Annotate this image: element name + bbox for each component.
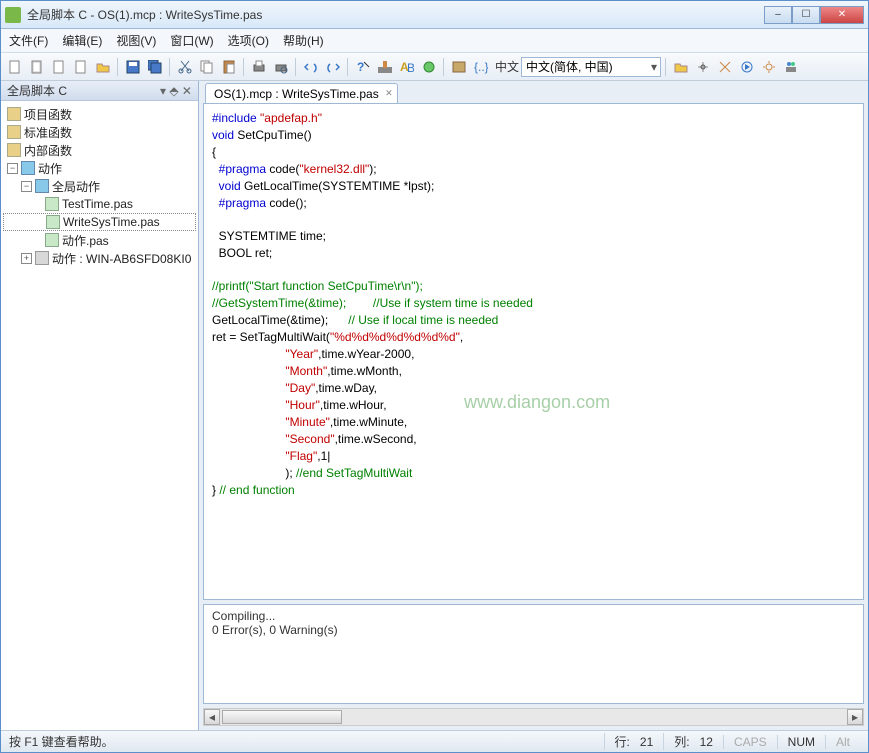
bookmark-icon[interactable] [419,57,439,77]
ruler-icon[interactable] [693,57,713,77]
window-buttons: – ☐ ✕ [764,6,864,24]
gear-icon[interactable] [759,57,779,77]
compile-icon[interactable] [375,57,395,77]
tree-standard-functions[interactable]: 标准函数 [3,123,196,141]
menu-options[interactable]: 选项(O) [228,32,269,49]
app-icon [5,7,21,23]
tree-actions[interactable]: −动作 [3,159,196,177]
tree-file-action[interactable]: 动作.pas [3,231,196,249]
svg-text:?: ? [357,60,364,74]
horizontal-scrollbar[interactable]: ◂ ▸ [203,708,864,726]
tab-close-icon[interactable]: ✕ [385,88,393,99]
menu-help[interactable]: 帮助(H) [283,32,324,49]
titlebar: 全局脚本 C - OS(1).mcp : WriteSysTime.pas – … [1,1,868,29]
doc2-icon[interactable] [71,57,91,77]
status-col: 列: 12 [663,733,723,750]
output-line: 0 Error(s), 0 Warning(s) [212,623,855,637]
scroll-left-icon[interactable]: ◂ [204,709,220,725]
toolbar: ? AB {..} 中文 中文(简体, 中国) [1,53,868,81]
paste-icon[interactable] [219,57,239,77]
maximize-button[interactable]: ☐ [792,6,820,24]
minimize-button[interactable]: – [764,6,792,24]
editor-area: OS(1).mcp : WriteSysTime.pas✕ #include "… [199,81,868,730]
saveall-icon[interactable] [145,57,165,77]
code-editor[interactable]: #include "apdefap.h" void SetCpuTime() {… [204,104,863,599]
tree-host-actions[interactable]: +动作 : WIN-AB6SFD08KI0 [3,249,196,267]
cut-icon[interactable] [175,57,195,77]
status-help: 按 F1 键查看帮助。 [9,733,114,750]
close-button[interactable]: ✕ [820,6,864,24]
check-icon[interactable]: AB [397,57,417,77]
status-num: NUM [777,735,825,749]
tab-writesystime[interactable]: OS(1).mcp : WriteSysTime.pas✕ [205,83,398,103]
save-icon[interactable] [123,57,143,77]
scroll-right-icon[interactable]: ▸ [847,709,863,725]
svg-text:{..}: {..} [474,60,488,74]
window-title: 全局脚本 C - OS(1).mcp : WriteSysTime.pas [27,6,764,23]
folder2-icon[interactable] [671,57,691,77]
copy-icon[interactable] [197,57,217,77]
menu-window[interactable]: 窗口(W) [170,32,213,49]
sidebar-title: 全局脚本 C [7,82,67,99]
lang-label: 中文 [495,58,519,75]
editor-tabs: OS(1).mcp : WriteSysTime.pas✕ [199,81,868,103]
tree-global-actions[interactable]: −全局动作 [3,177,196,195]
status-alt: Alt [825,735,860,749]
status-line: 行: 21 [604,733,664,750]
project-tree[interactable]: 项目函数 标准函数 内部函数 −动作 −全局动作 TestTime.pas Wr… [1,101,198,730]
scroll-thumb[interactable] [222,710,342,724]
menu-file[interactable]: 文件(F) [9,32,48,49]
code-editor-frame: #include "apdefap.h" void SetCpuTime() {… [203,103,864,600]
tree-internal-functions[interactable]: 内部函数 [3,141,196,159]
output-panel[interactable]: Compiling... 0 Error(s), 0 Warning(s) [203,604,864,704]
statusbar: 按 F1 键查看帮助。 行: 21 列: 12 CAPS NUM Alt [1,730,868,752]
properties-icon[interactable] [715,57,735,77]
lib-icon[interactable] [449,57,469,77]
open-icon[interactable] [93,57,113,77]
redo-icon[interactable] [323,57,343,77]
people-icon[interactable] [781,57,801,77]
undo-icon[interactable] [301,57,321,77]
watermark: www.diangon.com [464,394,610,410]
language-combo[interactable]: 中文(简体, 中国) [521,57,661,77]
help-icon[interactable]: ? [353,57,373,77]
tag-icon[interactable]: {..} [471,57,491,77]
run-icon[interactable] [737,57,757,77]
new2-icon[interactable] [27,57,47,77]
tree-file-testtime[interactable]: TestTime.pas [3,195,196,213]
sidebar-controls[interactable]: ▾ ⬘ ✕ [160,84,192,98]
main-area: 全局脚本 C ▾ ⬘ ✕ 项目函数 标准函数 内部函数 −动作 −全局动作 Te… [1,81,868,730]
preview-icon[interactable] [271,57,291,77]
menubar: 文件(F) 编辑(E) 视图(V) 窗口(W) 选项(O) 帮助(H) [1,29,868,53]
new-icon[interactable] [5,57,25,77]
doc-icon[interactable] [49,57,69,77]
svg-text:B: B [407,61,414,74]
tree-file-writesystime[interactable]: WriteSysTime.pas [3,213,196,231]
menu-edit[interactable]: 编辑(E) [62,32,102,49]
print-icon[interactable] [249,57,269,77]
tree-project-functions[interactable]: 项目函数 [3,105,196,123]
sidebar-header: 全局脚本 C ▾ ⬘ ✕ [1,81,198,101]
menu-view[interactable]: 视图(V) [116,32,156,49]
status-caps: CAPS [723,735,777,749]
sidebar: 全局脚本 C ▾ ⬘ ✕ 项目函数 标准函数 内部函数 −动作 −全局动作 Te… [1,81,199,730]
output-line: Compiling... [212,609,855,623]
